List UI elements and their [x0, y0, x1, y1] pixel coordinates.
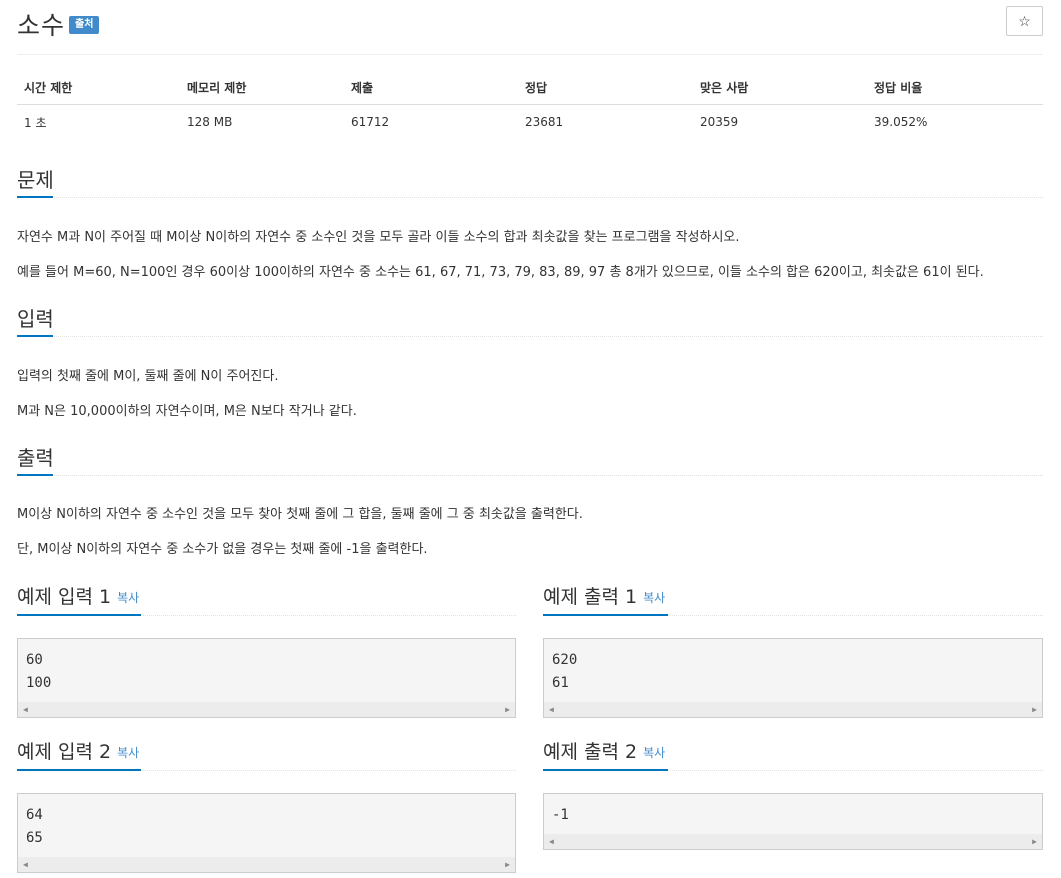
horizontal-scrollbar[interactable]: ◀ ▶	[18, 702, 515, 717]
scroll-right-icon[interactable]: ▶	[1032, 705, 1037, 714]
horizontal-scrollbar[interactable]: ◀ ▶	[544, 834, 1042, 849]
copy-sample-output-1-link[interactable]: 복사	[643, 591, 665, 605]
code-line: 64	[26, 807, 43, 823]
sample-output-1-box[interactable]: 620 61 ◀ ▶	[543, 638, 1043, 718]
heading-underline	[17, 614, 141, 616]
sample-output-1-code: 620 61	[552, 649, 577, 695]
favorite-star-button[interactable]: ☆	[1006, 6, 1043, 36]
heading-underline	[17, 769, 141, 771]
source-badge[interactable]: 출처	[69, 16, 100, 34]
problem-header: 소수 출처 ☆	[17, 0, 1043, 55]
code-line: 65	[26, 830, 43, 846]
copy-sample-input-2-link[interactable]: 복사	[117, 746, 139, 760]
sample-input-1-box[interactable]: 60 100 ◀ ▶	[17, 638, 516, 718]
info-header-row: 시간 제한 메모리 제한 제출 정답 맞은 사람 정답 비율	[17, 72, 1043, 105]
output-text-2: 단, M이상 N이하의 자연수 중 소수가 없을 경우는 첫째 줄에 -1을 출…	[17, 542, 428, 557]
code-line: 61	[552, 675, 569, 691]
sample-output-2-code: -1	[552, 804, 569, 827]
header-memory-limit: 메모리 제한	[180, 72, 344, 105]
scroll-left-icon[interactable]: ◀	[549, 837, 554, 846]
value-submissions: 61712	[351, 115, 390, 130]
heading-underline	[17, 196, 53, 198]
sample-input-2-code: 64 65	[26, 804, 43, 850]
code-line: 620	[552, 652, 578, 668]
section-divider	[17, 197, 1043, 198]
sample-output-1-title: 예제 출력 1	[543, 586, 638, 608]
sample-input-1-code: 60 100	[26, 649, 51, 695]
problem-description-text-1: 자연수 M과 N이 주어질 때 M이상 N이하의 자연수 중 소수인 것을 모두…	[17, 230, 740, 245]
code-line: 60	[26, 652, 43, 668]
heading-underline	[17, 335, 53, 337]
horizontal-scrollbar[interactable]: ◀ ▶	[18, 857, 515, 872]
scroll-right-icon[interactable]: ▶	[505, 860, 510, 869]
output-text-1: M이상 N이하의 자연수 중 소수인 것을 모두 찾아 첫째 줄에 그 합을, …	[17, 507, 583, 522]
heading-underline	[17, 474, 53, 476]
input-text-2: M과 N은 10,000이하의 자연수이며, M은 N보다 작거나 같다.	[17, 404, 357, 419]
problem-description-text-2: 예를 들어 M=60, N=100인 경우 60이상 100이하의 자연수 중 …	[17, 265, 984, 280]
sample-output-1-heading: 예제 출력 1 복사	[543, 582, 665, 609]
input-heading: 입력	[17, 307, 54, 331]
value-time-limit: 1 초	[24, 115, 47, 130]
copy-sample-input-1-link[interactable]: 복사	[117, 591, 139, 605]
code-line: 100	[26, 675, 52, 691]
section-divider	[17, 336, 1043, 337]
scroll-left-icon[interactable]: ◀	[23, 705, 28, 714]
sample-input-2-title: 예제 입력 2	[17, 741, 112, 763]
section-divider	[17, 475, 1043, 476]
header-submissions: 제출	[344, 72, 518, 105]
problem-title: 소수	[17, 11, 66, 40]
scroll-left-icon[interactable]: ◀	[23, 860, 28, 869]
output-heading: 출력	[17, 446, 54, 470]
copy-sample-output-2-link[interactable]: 복사	[643, 746, 665, 760]
problem-info-table: 시간 제한 메모리 제한 제출 정답 맞은 사람 정답 비율 1 초 128 M…	[17, 72, 1043, 140]
scroll-right-icon[interactable]: ▶	[1032, 837, 1037, 846]
value-solved-users: 20359	[700, 115, 739, 130]
sample-input-1-heading: 예제 입력 1 복사	[17, 582, 139, 609]
value-memory-limit: 128 MB	[187, 115, 233, 130]
header-solved-users: 맞은 사람	[693, 72, 867, 105]
sample-output-2-box[interactable]: -1 ◀ ▶	[543, 793, 1043, 850]
code-line: -1	[552, 807, 569, 823]
input-text-1: 입력의 첫째 줄에 M이, 둘째 줄에 N이 주어진다.	[17, 369, 279, 384]
info-value-row: 1 초 128 MB 61712 23681 20359 39.052%	[17, 104, 1043, 140]
problem-description-heading: 문제	[17, 168, 54, 192]
sample-input-2-heading: 예제 입력 2 복사	[17, 737, 139, 764]
value-accepted: 23681	[525, 115, 564, 130]
sample-input-2-box[interactable]: 64 65 ◀ ▶	[17, 793, 516, 873]
header-accepted: 정답	[518, 72, 693, 105]
header-time-limit: 시간 제한	[17, 72, 180, 105]
horizontal-scrollbar[interactable]: ◀ ▶	[544, 702, 1042, 717]
sample-output-2-title: 예제 출력 2	[543, 741, 638, 763]
heading-underline	[543, 614, 668, 616]
scroll-left-icon[interactable]: ◀	[549, 705, 554, 714]
heading-underline	[543, 769, 668, 771]
scroll-right-icon[interactable]: ▶	[505, 705, 510, 714]
star-icon: ☆	[1018, 12, 1031, 29]
value-accept-ratio: 39.052%	[874, 115, 928, 130]
sample-input-1-title: 예제 입력 1	[17, 586, 112, 608]
sample-output-2-heading: 예제 출력 2 복사	[543, 737, 665, 764]
header-accept-ratio: 정답 비율	[867, 72, 1043, 105]
problem-page: 소수 출처 ☆ 시간 제한 메모리 제한 제출 정답 맞은 사람 정답 비율 1…	[17, 0, 1043, 873]
